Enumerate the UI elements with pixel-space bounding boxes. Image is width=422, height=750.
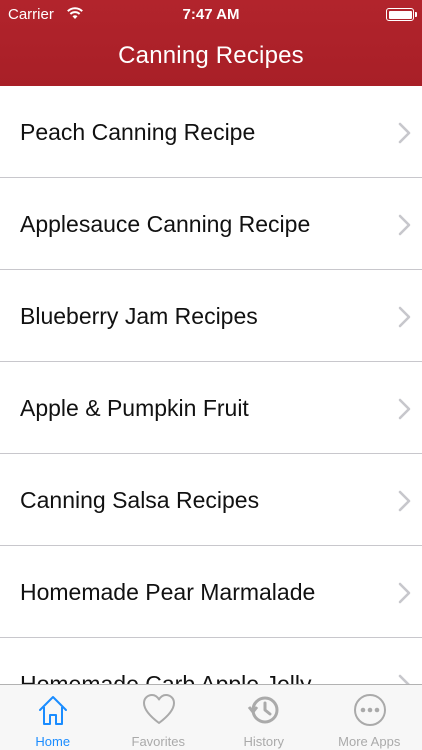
recipe-list[interactable]: Peach Canning Recipe Applesauce Canning … bbox=[0, 86, 422, 684]
chevron-right-icon bbox=[398, 214, 411, 236]
list-item[interactable]: Peach Canning Recipe bbox=[0, 86, 422, 178]
tab-label: Home bbox=[35, 734, 71, 749]
list-item-label: Canning Salsa Recipes bbox=[20, 487, 260, 513]
more-icon bbox=[353, 694, 386, 726]
tab-label: History bbox=[243, 734, 284, 749]
list-item-label: Applesauce Canning Recipe bbox=[20, 211, 311, 237]
home-icon bbox=[39, 696, 67, 725]
chevron-right-icon bbox=[398, 674, 410, 684]
list-item-label: Peach Canning Recipe bbox=[20, 119, 256, 145]
tab-home[interactable]: Home bbox=[0, 685, 106, 750]
list-item-label: Apple & Pumpkin Fruit bbox=[20, 395, 249, 421]
list-item-label: Homemade Carb Apple Jelly bbox=[20, 671, 312, 684]
page-title: Canning Recipes bbox=[118, 42, 304, 69]
status-time: 7:47 AM bbox=[182, 6, 240, 23]
tab-favorites[interactable]: Favorites bbox=[106, 685, 212, 750]
list-item[interactable]: Homemade Pear Marmalade bbox=[0, 546, 422, 638]
list-item-label: Blueberry Jam Recipes bbox=[20, 303, 258, 329]
chevron-right-icon bbox=[398, 490, 411, 512]
tab-history[interactable]: History bbox=[211, 685, 317, 750]
header: Carrier 7:47 AM Canning Recipes bbox=[0, 0, 422, 86]
chevron-right-icon bbox=[398, 398, 411, 420]
list-item[interactable]: Applesauce Canning Recipe bbox=[0, 178, 422, 270]
heart-icon bbox=[142, 694, 175, 724]
chevron-right-icon bbox=[398, 306, 411, 328]
chevron-right-icon bbox=[398, 582, 411, 604]
list-item[interactable]: Apple & Pumpkin Fruit bbox=[0, 362, 422, 454]
chevron-right-icon bbox=[398, 122, 411, 144]
list-item[interactable]: Canning Salsa Recipes bbox=[0, 454, 422, 546]
tab-more-apps[interactable]: More Apps bbox=[317, 685, 422, 750]
status-bar: Carrier 7:47 AM bbox=[0, 0, 422, 30]
battery-icon bbox=[386, 8, 417, 21]
tab-label: Favorites bbox=[131, 734, 185, 749]
list-item[interactable]: Blueberry Jam Recipes bbox=[0, 270, 422, 362]
tab-bar: Home Favorites History More Apps bbox=[0, 684, 422, 750]
tab-label: More Apps bbox=[338, 734, 401, 749]
list-item-label: Homemade Pear Marmalade bbox=[20, 579, 316, 605]
history-icon bbox=[247, 696, 279, 724]
list-item[interactable]: Homemade Carb Apple Jelly bbox=[0, 638, 422, 684]
